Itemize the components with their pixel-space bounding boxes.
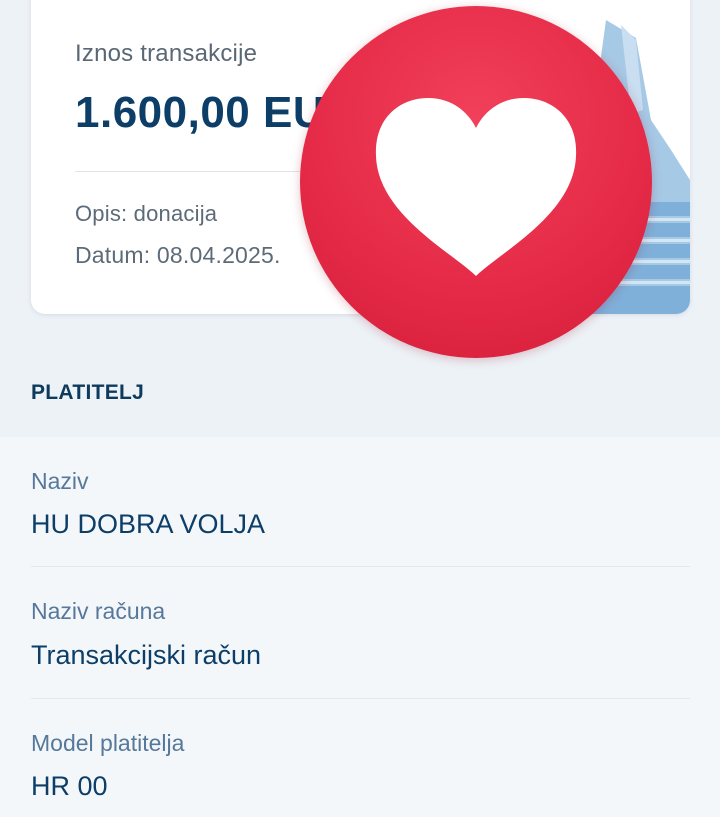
heart-icon <box>375 98 577 276</box>
description-text: Opis: donacija <box>75 201 218 226</box>
payer-details: Naziv HU DOBRA VOLJA Naziv računa Transa… <box>0 437 720 817</box>
payer-model-value: HR 00 <box>31 771 108 801</box>
payer-model-label: Model platitelja <box>31 730 185 756</box>
amount-label: Iznos transakcije <box>75 40 258 67</box>
payer-section-title: PLATITELJ <box>31 381 145 404</box>
payer-name-value: HU DOBRA VOLJA <box>31 509 266 539</box>
row-divider <box>31 566 690 567</box>
account-name-label: Naziv računa <box>31 598 166 624</box>
payer-name-label: Naziv <box>31 468 89 494</box>
heart-reaction-badge <box>300 6 652 358</box>
date-text: Datum: 08.04.2025. <box>75 242 281 268</box>
row-divider <box>31 698 690 699</box>
account-name-value: Transakcijski račun <box>31 640 262 670</box>
